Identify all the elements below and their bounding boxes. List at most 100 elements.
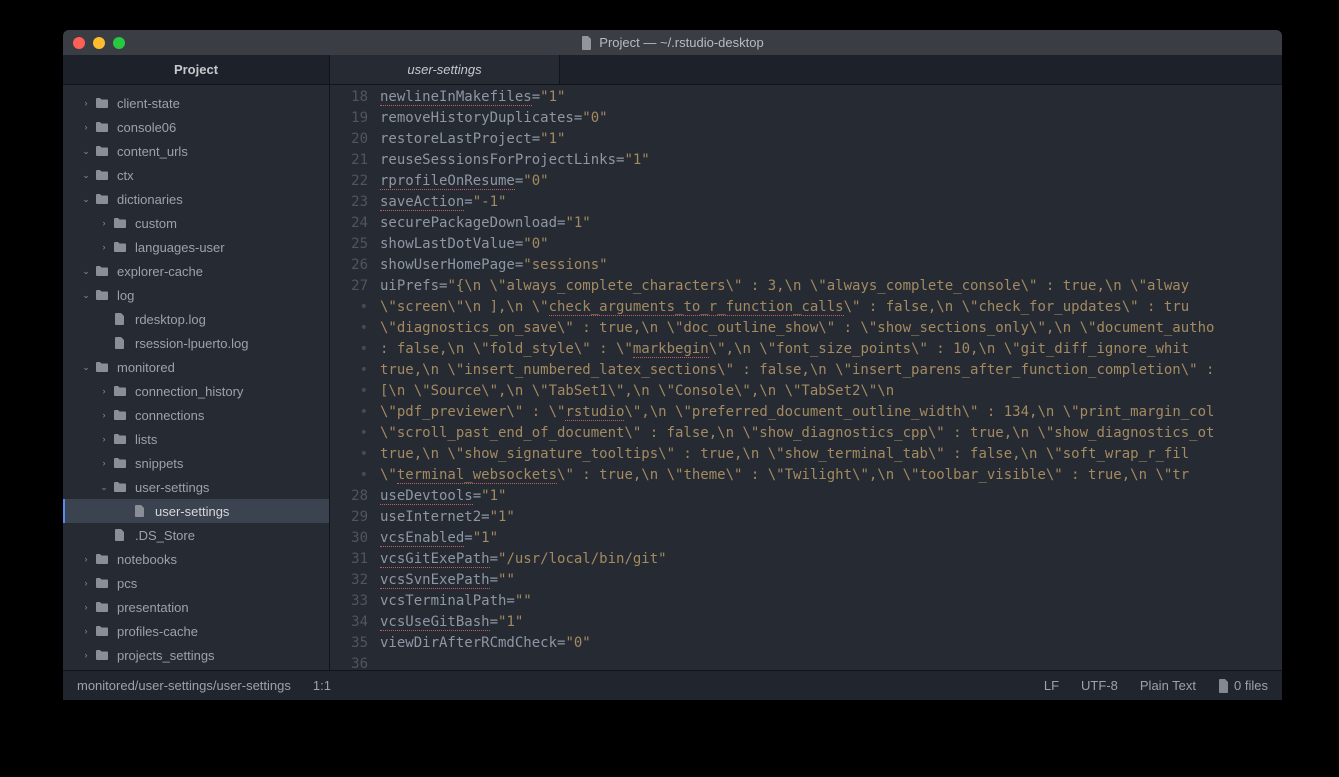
- folder-ctx[interactable]: ⌄ctx: [63, 163, 329, 187]
- code-line[interactable]: useDevtools="1": [380, 486, 1282, 507]
- folder-client-state[interactable]: › client-state: [63, 91, 329, 115]
- folder-pcs[interactable]: ›pcs: [63, 571, 329, 595]
- folder-connections[interactable]: ›connections: [63, 403, 329, 427]
- code-line[interactable]: \"terminal_websockets\" : true,\n \"them…: [380, 465, 1282, 486]
- chevron-down-icon[interactable]: ⌄: [81, 266, 91, 277]
- tree-item-label: dictionaries: [117, 192, 183, 207]
- chevron-right-icon[interactable]: ›: [81, 554, 91, 564]
- status-encoding[interactable]: UTF-8: [1081, 678, 1118, 693]
- chevron-down-icon[interactable]: ⌄: [81, 194, 91, 205]
- code-line[interactable]: \"diagnostics_on_save\" : true,\n \"doc_…: [380, 318, 1282, 339]
- code-line[interactable]: vcsSvnExePath="": [380, 570, 1282, 591]
- chevron-down-icon[interactable]: ⌄: [81, 146, 91, 157]
- line-number: 35: [330, 633, 368, 654]
- folder-profiles-cache[interactable]: ›profiles-cache: [63, 619, 329, 643]
- sidebar-title[interactable]: Project: [63, 55, 329, 85]
- line-number: 23: [330, 192, 368, 213]
- folder-custom[interactable]: ›custom: [63, 211, 329, 235]
- line-number: •: [330, 339, 368, 360]
- chevron-right-icon[interactable]: ›: [99, 218, 109, 228]
- folder-content-urls[interactable]: ⌄content_urls: [63, 139, 329, 163]
- code-line[interactable]: newlineInMakefiles="1": [380, 87, 1282, 108]
- code-line[interactable]: viewDirAfterRCmdCheck="0": [380, 633, 1282, 654]
- line-number: 21: [330, 150, 368, 171]
- folder-user-settings[interactable]: ⌄user-settings: [63, 475, 329, 499]
- folder-presentation[interactable]: ›presentation: [63, 595, 329, 619]
- code-line[interactable]: vcsTerminalPath="": [380, 591, 1282, 612]
- status-grammar[interactable]: Plain Text: [1140, 678, 1196, 693]
- code-line[interactable]: showUserHomePage="sessions": [380, 255, 1282, 276]
- status-files[interactable]: 0 files: [1218, 678, 1268, 693]
- chevron-right-icon[interactable]: ›: [81, 578, 91, 588]
- folder-icon: [95, 624, 109, 638]
- file-user-settings[interactable]: user-settings: [63, 499, 329, 523]
- status-cursor-position[interactable]: 1:1: [313, 678, 331, 693]
- code-line[interactable]: saveAction="-1": [380, 192, 1282, 213]
- code-line[interactable]: true,\n \"show_signature_tooltips\" : tr…: [380, 444, 1282, 465]
- folder-lists[interactable]: ›lists: [63, 427, 329, 451]
- code-line[interactable]: securePackageDownload="1": [380, 213, 1282, 234]
- code-line[interactable]: removeHistoryDuplicates="0": [380, 108, 1282, 129]
- chevron-down-icon[interactable]: ⌄: [99, 482, 109, 493]
- folder-explorer-cache[interactable]: ⌄explorer-cache: [63, 259, 329, 283]
- chevron-right-icon[interactable]: ›: [99, 410, 109, 420]
- line-number: 29: [330, 507, 368, 528]
- chevron-right-icon[interactable]: ›: [99, 434, 109, 444]
- code-line[interactable]: \"scroll_past_end_of_document\" : false,…: [380, 423, 1282, 444]
- file-icon: [113, 528, 127, 542]
- code-line[interactable]: rprofileOnResume="0": [380, 171, 1282, 192]
- chevron-right-icon[interactable]: ›: [81, 626, 91, 636]
- code-line[interactable]: true,\n \"insert_numbered_latex_sections…: [380, 360, 1282, 381]
- minimize-button[interactable]: [93, 37, 105, 49]
- tab-user-settings[interactable]: user-settings: [330, 55, 560, 84]
- chevron-down-icon[interactable]: ⌄: [81, 290, 91, 301]
- code-line[interactable]: vcsGitExePath="/usr/local/bin/git": [380, 549, 1282, 570]
- file-rdesktop-log[interactable]: rdesktop.log: [63, 307, 329, 331]
- code-line[interactable]: \"pdf_previewer\" : \"rstudio\",\n \"pre…: [380, 402, 1282, 423]
- close-button[interactable]: [73, 37, 85, 49]
- chevron-right-icon[interactable]: ›: [81, 650, 91, 660]
- chevron-down-icon[interactable]: ⌄: [81, 362, 91, 373]
- line-number: 19: [330, 108, 368, 129]
- code-line[interactable]: vcsEnabled="1": [380, 528, 1282, 549]
- status-path[interactable]: monitored/user-settings/user-settings: [77, 678, 291, 693]
- folder-dictionaries[interactable]: ⌄ dictionaries: [63, 187, 329, 211]
- line-number: 36: [330, 654, 368, 670]
- file--ds-store[interactable]: .DS_Store: [63, 523, 329, 547]
- tree-item-label: client-state: [117, 96, 180, 111]
- code-area[interactable]: 18192021222324252627•••••••••28293031323…: [330, 85, 1282, 670]
- folder-log[interactable]: ⌄log: [63, 283, 329, 307]
- code-lines[interactable]: newlineInMakefiles="1"removeHistoryDupli…: [380, 85, 1282, 670]
- folder-projects-settings[interactable]: ›projects_settings: [63, 643, 329, 667]
- folder-connection-history[interactable]: ›connection_history: [63, 379, 329, 403]
- status-line-ending[interactable]: LF: [1044, 678, 1059, 693]
- chevron-right-icon[interactable]: ›: [81, 98, 91, 108]
- chevron-right-icon[interactable]: ›: [99, 386, 109, 396]
- folder-notebooks[interactable]: ›notebooks: [63, 547, 329, 571]
- maximize-button[interactable]: [113, 37, 125, 49]
- code-line[interactable]: reuseSessionsForProjectLinks="1": [380, 150, 1282, 171]
- chevron-right-icon[interactable]: ›: [81, 602, 91, 612]
- code-line[interactable]: : false,\n \"fold_style\" : \"markbegin\…: [380, 339, 1282, 360]
- chevron-down-icon[interactable]: ⌄: [81, 170, 91, 181]
- folder-monitored[interactable]: ⌄monitored: [63, 355, 329, 379]
- code-line[interactable]: restoreLastProject="1": [380, 129, 1282, 150]
- folder-icon: [113, 216, 127, 230]
- code-line[interactable]: uiPrefs="{\n \"always_complete_character…: [380, 276, 1282, 297]
- folder-languages-user[interactable]: ›languages-user: [63, 235, 329, 259]
- chevron-right-icon[interactable]: ›: [81, 122, 91, 132]
- code-line[interactable]: useInternet2="1": [380, 507, 1282, 528]
- file-rsession-lpuerto-log[interactable]: rsession-lpuerto.log: [63, 331, 329, 355]
- code-line[interactable]: showLastDotValue="0": [380, 234, 1282, 255]
- file-tree[interactable]: › client-state ›console06⌄content_urls⌄ctx…: [63, 85, 329, 670]
- chevron-right-icon[interactable]: ›: [99, 242, 109, 252]
- code-line[interactable]: [\n \"Source\",\n \"TabSet1\",\n \"Conso…: [380, 381, 1282, 402]
- code-line[interactable]: vcsUseGitBash="1": [380, 612, 1282, 633]
- folder-snippets[interactable]: ›snippets: [63, 451, 329, 475]
- folder-icon: [95, 120, 109, 134]
- folder-console06[interactable]: ›console06: [63, 115, 329, 139]
- code-line[interactable]: \"screen\"\n ],\n \"check_arguments_to_r…: [380, 297, 1282, 318]
- chevron-right-icon[interactable]: ›: [99, 458, 109, 468]
- titlebar[interactable]: Project — ~/.rstudio-desktop: [63, 30, 1282, 55]
- line-number: •: [330, 360, 368, 381]
